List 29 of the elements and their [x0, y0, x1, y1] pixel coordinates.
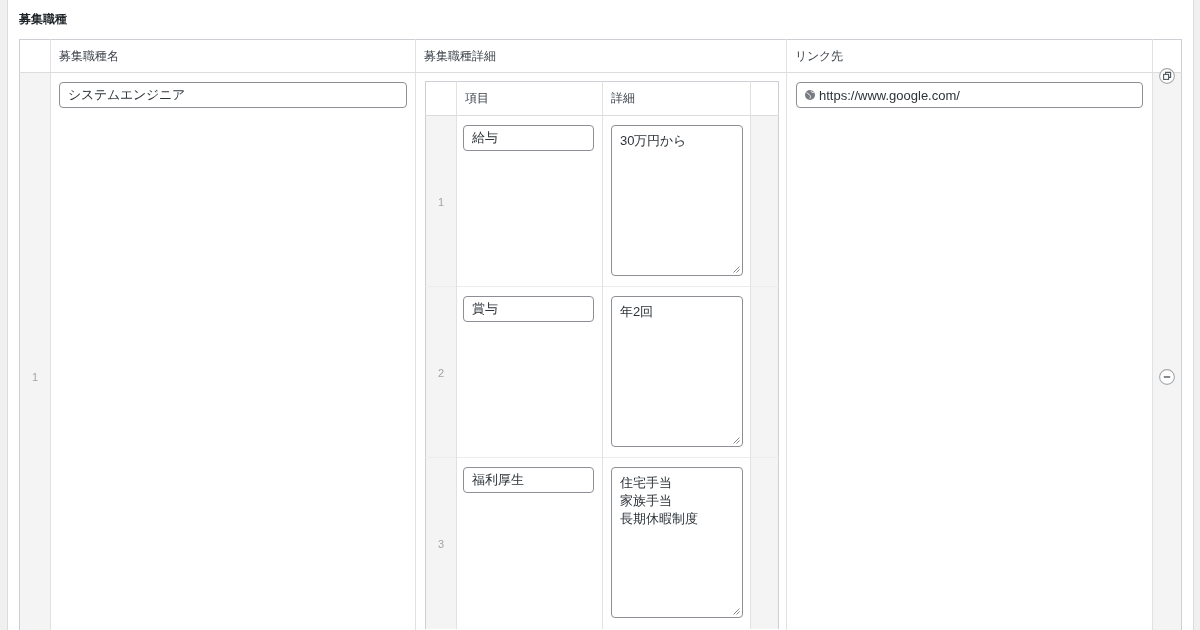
item-input[interactable]: 福利厚生	[463, 467, 594, 493]
column-header: 項目	[465, 90, 489, 107]
text-line: 家族手当	[620, 492, 672, 510]
item-input[interactable]: 賞与	[463, 296, 594, 322]
column-header: 募集職種名	[59, 47, 119, 65]
duplicate-icon[interactable]	[1159, 68, 1175, 84]
row-number: 2	[437, 366, 445, 379]
detail-textarea[interactable]: 30万円から	[611, 125, 743, 276]
resize-grip-icon[interactable]	[733, 266, 740, 273]
item-input[interactable]: 給与	[463, 125, 594, 151]
row-number: 1	[437, 195, 445, 208]
column-header: リンク先	[795, 47, 843, 65]
row-number: 3	[437, 537, 445, 550]
detail-textarea[interactable]: 住宅手当 家族手当 長期休暇制度	[611, 467, 743, 618]
globe-icon	[805, 90, 815, 100]
text-line: 住宅手当	[620, 474, 672, 492]
job-title-input[interactable]: システムエンジニア	[59, 82, 407, 108]
url-input[interactable]: https://www.google.com/	[796, 82, 1143, 108]
text-line: 長期休暇制度	[620, 510, 698, 528]
text-line: 30万円から	[620, 132, 687, 150]
resize-grip-icon[interactable]	[733, 608, 740, 615]
column-header: 募集職種詳細	[424, 47, 496, 65]
detail-textarea[interactable]: 年2回	[611, 296, 743, 447]
row-number: 1	[31, 370, 39, 383]
column-header: 詳細	[611, 90, 635, 107]
remove-row-icon[interactable]	[1159, 368, 1175, 385]
text-line: 年2回	[620, 303, 654, 321]
section-title: 募集職種	[19, 11, 67, 27]
resize-grip-icon[interactable]	[733, 437, 740, 444]
